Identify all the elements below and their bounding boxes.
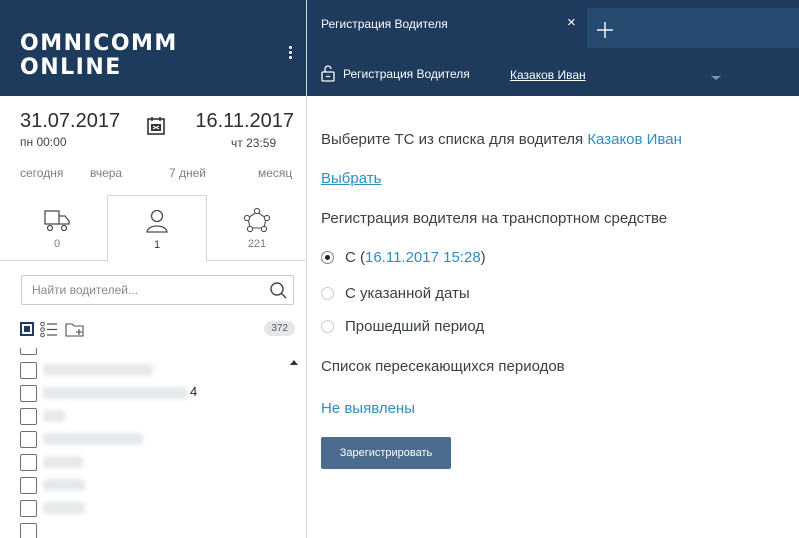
select-all-checkbox[interactable] — [20, 322, 34, 336]
item-checkbox[interactable] — [20, 477, 37, 494]
window-tab-title: Регистрация Водителя — [321, 17, 448, 31]
radio-from-now-prefix: С ( — [345, 249, 365, 266]
radio-from-date-label[interactable]: С указанной даты — [345, 285, 470, 302]
brand-logo-line2: ONLINE — [20, 55, 122, 80]
period-to-date[interactable]: 16.11.2017 — [195, 110, 294, 133]
quick-period-yesterday[interactable]: вчера — [90, 166, 122, 180]
quick-period-month[interactable]: месяц — [258, 166, 292, 180]
item-checkbox[interactable] — [20, 385, 37, 402]
search-icon[interactable] — [269, 281, 287, 299]
kebab-menu-icon[interactable] — [286, 44, 294, 66]
item-name-blurred — [43, 410, 65, 422]
registration-label: Регистрация водителя на транспортном сре… — [321, 210, 668, 227]
item-name-blurred — [43, 364, 153, 376]
item-name-tail: 4 — [190, 384, 198, 399]
item-checkbox[interactable] — [20, 454, 37, 471]
tab-groups-count: 221 — [247, 238, 267, 250]
period-from-time: пн 00:00 — [20, 135, 67, 149]
main-panel: Регистрация Водителя × Регистрация Водит… — [307, 0, 799, 538]
choose-vehicle-text: Выберите ТС из списка для водителя Казак… — [321, 131, 682, 148]
item-checkbox[interactable] — [20, 408, 37, 425]
choose-link[interactable]: Выбрать — [321, 170, 381, 187]
top-bar: Регистрация Водителя × Регистрация Водит… — [307, 0, 799, 96]
person-icon — [146, 209, 168, 233]
period-to-time: чт 23:59 — [231, 136, 277, 150]
brand-header: OMNICOMM ONLINE — [0, 0, 306, 96]
section-bar: Регистрация Водителя Казаков Иван — [307, 48, 799, 96]
radio-from-now-label[interactable]: С (16.11.2017 15:28) — [345, 249, 486, 266]
tab-drivers[interactable]: 1 — [107, 195, 207, 262]
scroll-up-arrow-icon[interactable] — [290, 360, 298, 365]
tab-drivers-count: 1 — [153, 239, 161, 251]
item-checkbox[interactable] — [20, 523, 37, 538]
unlock-icon[interactable] — [321, 64, 335, 82]
close-tab-icon[interactable]: × — [567, 14, 576, 31]
choose-vehicle-driver: Казаков Иван — [587, 131, 682, 148]
quick-period-7days[interactable]: 7 дней — [169, 166, 206, 180]
group-icon — [243, 207, 271, 233]
item-name-blurred — [43, 387, 188, 399]
list-toolbar: 372 — [20, 320, 295, 340]
truck-icon — [44, 210, 70, 232]
overlap-value: Не выявлены — [321, 400, 415, 417]
chevron-down-icon[interactable] — [711, 76, 721, 80]
tabstrip-background — [587, 8, 799, 48]
radio-past-period-label[interactable]: Прошедший период — [345, 318, 484, 335]
item-checkbox[interactable] — [20, 431, 37, 448]
quick-period-today[interactable]: сегодня — [20, 166, 63, 180]
radio-past-period[interactable] — [321, 320, 334, 333]
section-title: Регистрация Водителя — [343, 67, 470, 81]
total-count-badge: 372 — [264, 321, 295, 336]
item-name-blurred — [43, 456, 83, 468]
driver-search-input[interactable] — [22, 276, 252, 304]
tab-vehicles[interactable]: 0 — [7, 195, 107, 261]
selected-driver-link[interactable]: Казаков Иван — [510, 68, 586, 82]
overlap-label: Список пересекающихся периодов — [321, 358, 565, 375]
left-panel: OMNICOMM ONLINE 31.07.2017 пн 00:00 16.1… — [0, 0, 307, 538]
item-name-blurred — [43, 433, 143, 445]
item-checkbox[interactable] — [20, 348, 37, 355]
radio-from-date[interactable] — [321, 287, 334, 300]
choose-vehicle-prefix: Выберите ТС из списка для водителя — [321, 131, 584, 148]
calendar-icon[interactable] — [147, 116, 165, 136]
tab-vehicles-count: 0 — [53, 238, 61, 250]
add-folder-icon[interactable] — [65, 321, 85, 338]
item-name-blurred — [43, 502, 85, 514]
driver-list: 4 — [20, 348, 302, 538]
radio-from-now-date: 16.11.2017 15:28 — [365, 249, 481, 266]
tab-groups[interactable]: 221 — [207, 195, 306, 261]
item-name-blurred — [43, 479, 85, 491]
item-checkbox[interactable] — [20, 500, 37, 517]
radio-from-now-suffix: ) — [480, 249, 486, 266]
new-tab-plus-icon[interactable] — [594, 19, 616, 41]
driver-search — [21, 275, 294, 305]
list-item[interactable] — [20, 348, 300, 356]
object-type-tabs: 0 1 221 — [0, 195, 306, 262]
period-from-date[interactable]: 31.07.2017 — [20, 110, 120, 133]
window-tab-driver-registration[interactable]: Регистрация Водителя × — [307, 8, 587, 40]
list-view-icon[interactable] — [40, 321, 58, 338]
item-checkbox[interactable] — [20, 362, 37, 379]
list-scrollbar[interactable] — [288, 348, 300, 538]
brand-logo-line1: OMNICOMM — [20, 31, 178, 56]
radio-from-now[interactable] — [321, 251, 334, 264]
register-button[interactable]: Зарегистрировать — [321, 437, 451, 469]
